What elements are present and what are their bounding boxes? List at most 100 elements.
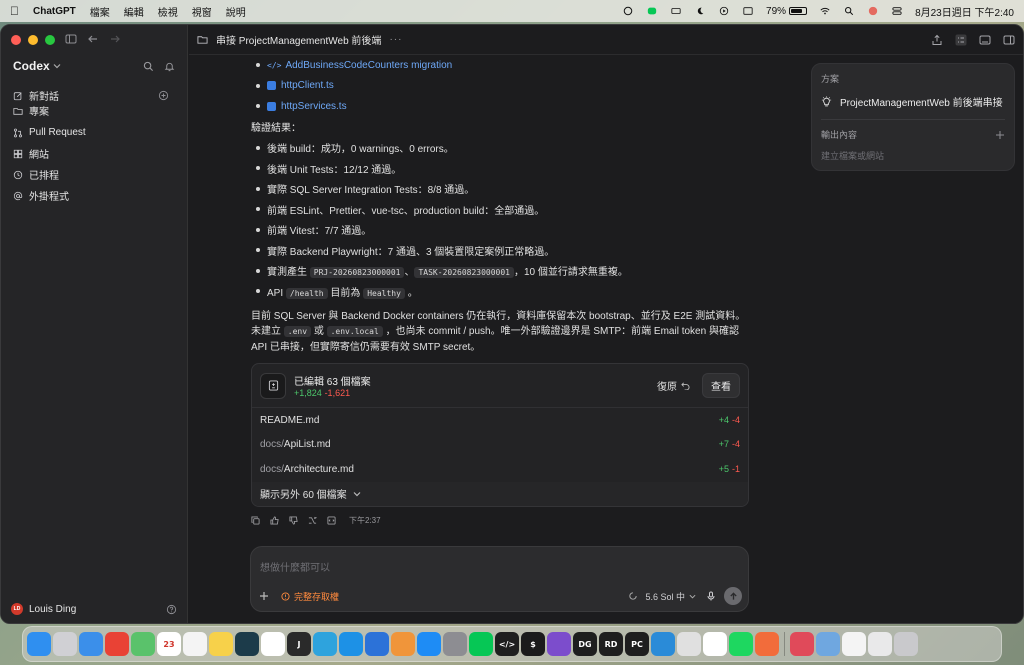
keyboard-status-icon[interactable] bbox=[670, 6, 682, 16]
file-diff-row[interactable]: docs/ApiList.md +7 -4 bbox=[252, 433, 748, 458]
sidebar-item-sites[interactable]: 網站 bbox=[1, 143, 187, 164]
forward-arrow-icon[interactable] bbox=[109, 33, 121, 45]
bell-icon[interactable] bbox=[164, 61, 175, 72]
dock-app-finder-icon[interactable] bbox=[27, 632, 51, 656]
minimize-window-button[interactable] bbox=[28, 35, 38, 45]
share-icon[interactable] bbox=[931, 34, 943, 46]
copy-icon[interactable] bbox=[251, 515, 260, 525]
send-button[interactable] bbox=[724, 587, 742, 605]
sidebar-item-plugins[interactable]: 外掛程式 bbox=[1, 185, 187, 206]
user-avatar-icon[interactable] bbox=[867, 6, 879, 16]
thumbs-down-icon[interactable] bbox=[289, 515, 298, 525]
composer-input[interactable]: 想做什麼都可以 bbox=[260, 559, 330, 574]
back-arrow-icon[interactable] bbox=[87, 33, 99, 45]
dock-app-app-icon[interactable] bbox=[365, 632, 389, 656]
search-icon[interactable] bbox=[843, 6, 855, 16]
dock-app-mail-icon[interactable] bbox=[79, 632, 103, 656]
file-diff-row[interactable]: README.md +4 -4 bbox=[252, 408, 748, 433]
sidebar-item-projects[interactable]: 專案 bbox=[1, 100, 187, 121]
menu-edit[interactable]: 編輯 bbox=[124, 4, 144, 19]
dock-app-chrome-icon[interactable] bbox=[105, 632, 129, 656]
file-link[interactable]: httpClient.ts bbox=[267, 80, 334, 91]
close-window-button[interactable] bbox=[11, 35, 21, 45]
menu-app-name[interactable]: ChatGPT bbox=[33, 6, 76, 17]
sidebar-item-scheduled[interactable]: 已排程 bbox=[1, 164, 187, 185]
dock-app-app-store-icon[interactable] bbox=[417, 632, 441, 656]
dock-app-notes-icon[interactable] bbox=[209, 632, 233, 656]
menu-file[interactable]: 檔案 bbox=[90, 4, 110, 19]
dock-app-downloads-icon[interactable] bbox=[868, 632, 892, 656]
dock-app-pixelmator-icon[interactable] bbox=[790, 632, 814, 656]
avatar[interactable]: LD bbox=[11, 603, 23, 615]
dock-app-code-icon[interactable]: </> bbox=[495, 632, 519, 656]
add-circle-icon[interactable] bbox=[158, 90, 169, 101]
code-view-icon[interactable] bbox=[327, 515, 336, 525]
dock-app-sublime-icon[interactable] bbox=[391, 632, 415, 656]
display-icon[interactable] bbox=[742, 6, 754, 16]
dock-app-disk-icon[interactable] bbox=[816, 632, 840, 656]
dock-app-obsidian-icon[interactable] bbox=[547, 632, 571, 656]
view-button[interactable]: 查看 bbox=[702, 373, 740, 398]
show-more-files-button[interactable]: 顯示另外 60 個檔案 bbox=[252, 481, 748, 506]
workspace-title[interactable]: Codex bbox=[13, 59, 50, 73]
dock-app-launchpad-icon[interactable] bbox=[53, 632, 77, 656]
menu-view[interactable]: 檢視 bbox=[158, 4, 178, 19]
dock-app-spotify-icon[interactable] bbox=[729, 632, 753, 656]
composer[interactable]: 想做什麼都可以 完整存取權 5.6 Sol 中 bbox=[250, 546, 749, 612]
dock-app-vs-code-icon[interactable] bbox=[651, 632, 675, 656]
menu-window[interactable]: 視窗 bbox=[192, 4, 212, 19]
dock-app-calendar-icon[interactable]: 23 bbox=[157, 632, 181, 656]
line-status-icon[interactable] bbox=[646, 6, 658, 16]
sidebar-toggle-icon[interactable] bbox=[65, 33, 77, 45]
dock-app-reminders-icon[interactable] bbox=[183, 632, 207, 656]
dock-app-settings-icon[interactable] bbox=[443, 632, 467, 656]
plus-icon[interactable] bbox=[259, 591, 269, 601]
dock-app-maps-icon[interactable] bbox=[131, 632, 155, 656]
play-icon[interactable] bbox=[718, 6, 730, 16]
panel-toggle-icon[interactable] bbox=[1003, 34, 1015, 46]
dock-app-preview-icon[interactable] bbox=[677, 632, 701, 656]
menu-help[interactable]: 說明 bbox=[226, 4, 246, 19]
dock-app-j-icon[interactable]: J bbox=[287, 632, 311, 656]
conversation-title[interactable]: 串接 ProjectManagementWeb 前後端 bbox=[216, 32, 381, 47]
file-link[interactable]: httpServices.ts bbox=[267, 101, 347, 112]
permission-selector[interactable]: 完整存取權 bbox=[281, 590, 339, 603]
model-selector[interactable]: 5.6 Sol 中 bbox=[629, 590, 696, 603]
dock-app-trash-icon[interactable] bbox=[894, 632, 918, 656]
control-center-icon[interactable] bbox=[891, 6, 903, 16]
user-name[interactable]: Louis Ding bbox=[29, 604, 166, 615]
search-icon[interactable] bbox=[143, 61, 154, 72]
file-diff-row[interactable]: docs/Architecture.md +5 -1 bbox=[252, 457, 748, 482]
more-options-button[interactable]: ··· bbox=[389, 34, 402, 45]
file-link[interactable]: </> AddBusinessCodeCounters migration bbox=[267, 60, 452, 71]
thumbs-up-icon[interactable] bbox=[270, 515, 279, 525]
menubar-clock[interactable]: 8月23日週日 下午2:40 bbox=[915, 4, 1014, 19]
help-icon[interactable] bbox=[166, 604, 177, 615]
dock-app-pycharm-icon[interactable]: PC bbox=[625, 632, 649, 656]
restore-button[interactable]: 復原 bbox=[657, 378, 690, 393]
dock-app-terminal-icon[interactable]: $ bbox=[521, 632, 545, 656]
dock-app-docker-icon[interactable] bbox=[339, 632, 363, 656]
dock-app-home-icon[interactable] bbox=[261, 632, 285, 656]
apple-menu-icon[interactable]:  bbox=[10, 4, 19, 18]
dock-app-datagrip-icon[interactable]: DG bbox=[573, 632, 597, 656]
microphone-icon[interactable] bbox=[706, 591, 716, 601]
sidebar-item-pull-request[interactable]: Pull Request bbox=[1, 122, 187, 143]
terminal-panel-icon[interactable] bbox=[979, 34, 991, 46]
fork-icon[interactable] bbox=[308, 516, 317, 525]
checklist-icon[interactable] bbox=[955, 34, 967, 46]
moon-icon[interactable] bbox=[694, 6, 706, 16]
chatgpt-status-icon[interactable] bbox=[622, 6, 634, 16]
dock-app-chatgpt-icon[interactable] bbox=[703, 632, 727, 656]
battery-indicator[interactable]: 79% bbox=[766, 6, 808, 17]
plan-item[interactable]: ProjectManagementWeb 前後端串接 bbox=[821, 94, 1005, 109]
add-output-icon[interactable] bbox=[995, 130, 1005, 140]
zoom-window-button[interactable] bbox=[45, 35, 55, 45]
dock-app-pencil-icon[interactable] bbox=[755, 632, 779, 656]
dock-app-textedit-icon[interactable] bbox=[842, 632, 866, 656]
dock-app-stocks-icon[interactable] bbox=[235, 632, 259, 656]
dock-app-line-icon[interactable] bbox=[469, 632, 493, 656]
dock-app-telegram-icon[interactable] bbox=[313, 632, 337, 656]
dock-app-rider-icon[interactable]: RD bbox=[599, 632, 623, 656]
wifi-icon[interactable] bbox=[819, 6, 831, 16]
